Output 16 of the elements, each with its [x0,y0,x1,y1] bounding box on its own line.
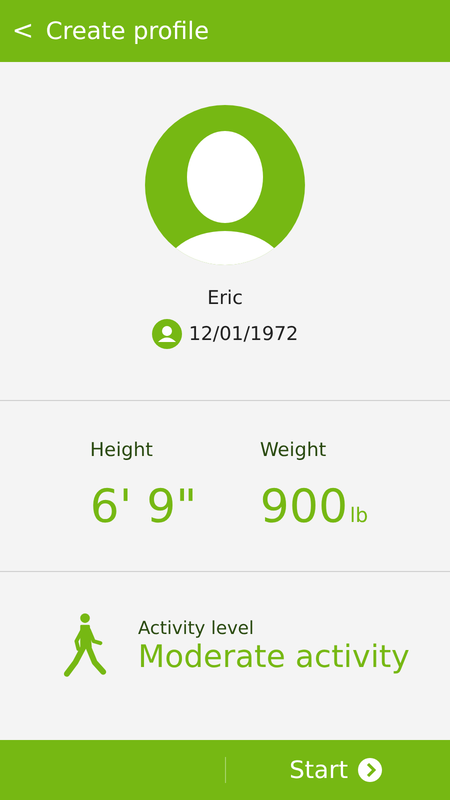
measurement-value: 6' 9" [90,479,197,533]
measurement-item[interactable]: Height 6' 9" [90,401,200,571]
measurement-value: 900 [260,479,348,533]
avatar-icon[interactable] [145,105,305,265]
person-icon [152,319,182,349]
measurement-label: Height [90,439,154,461]
profile-name: Eric [207,287,243,309]
birth-date: 12/01/1972 [188,323,298,345]
activity-value[interactable]: Moderate activity [138,638,410,674]
screen-title: Create profile [46,17,209,45]
back-button[interactable]: < [8,16,38,46]
measurement-label: Weight [260,439,328,461]
activity-label: Activity level [138,618,255,638]
measurement-item[interactable]: Weight 900 lb [260,401,370,571]
measurement-unit: lb [350,503,368,527]
chevron-right-icon [358,758,382,782]
